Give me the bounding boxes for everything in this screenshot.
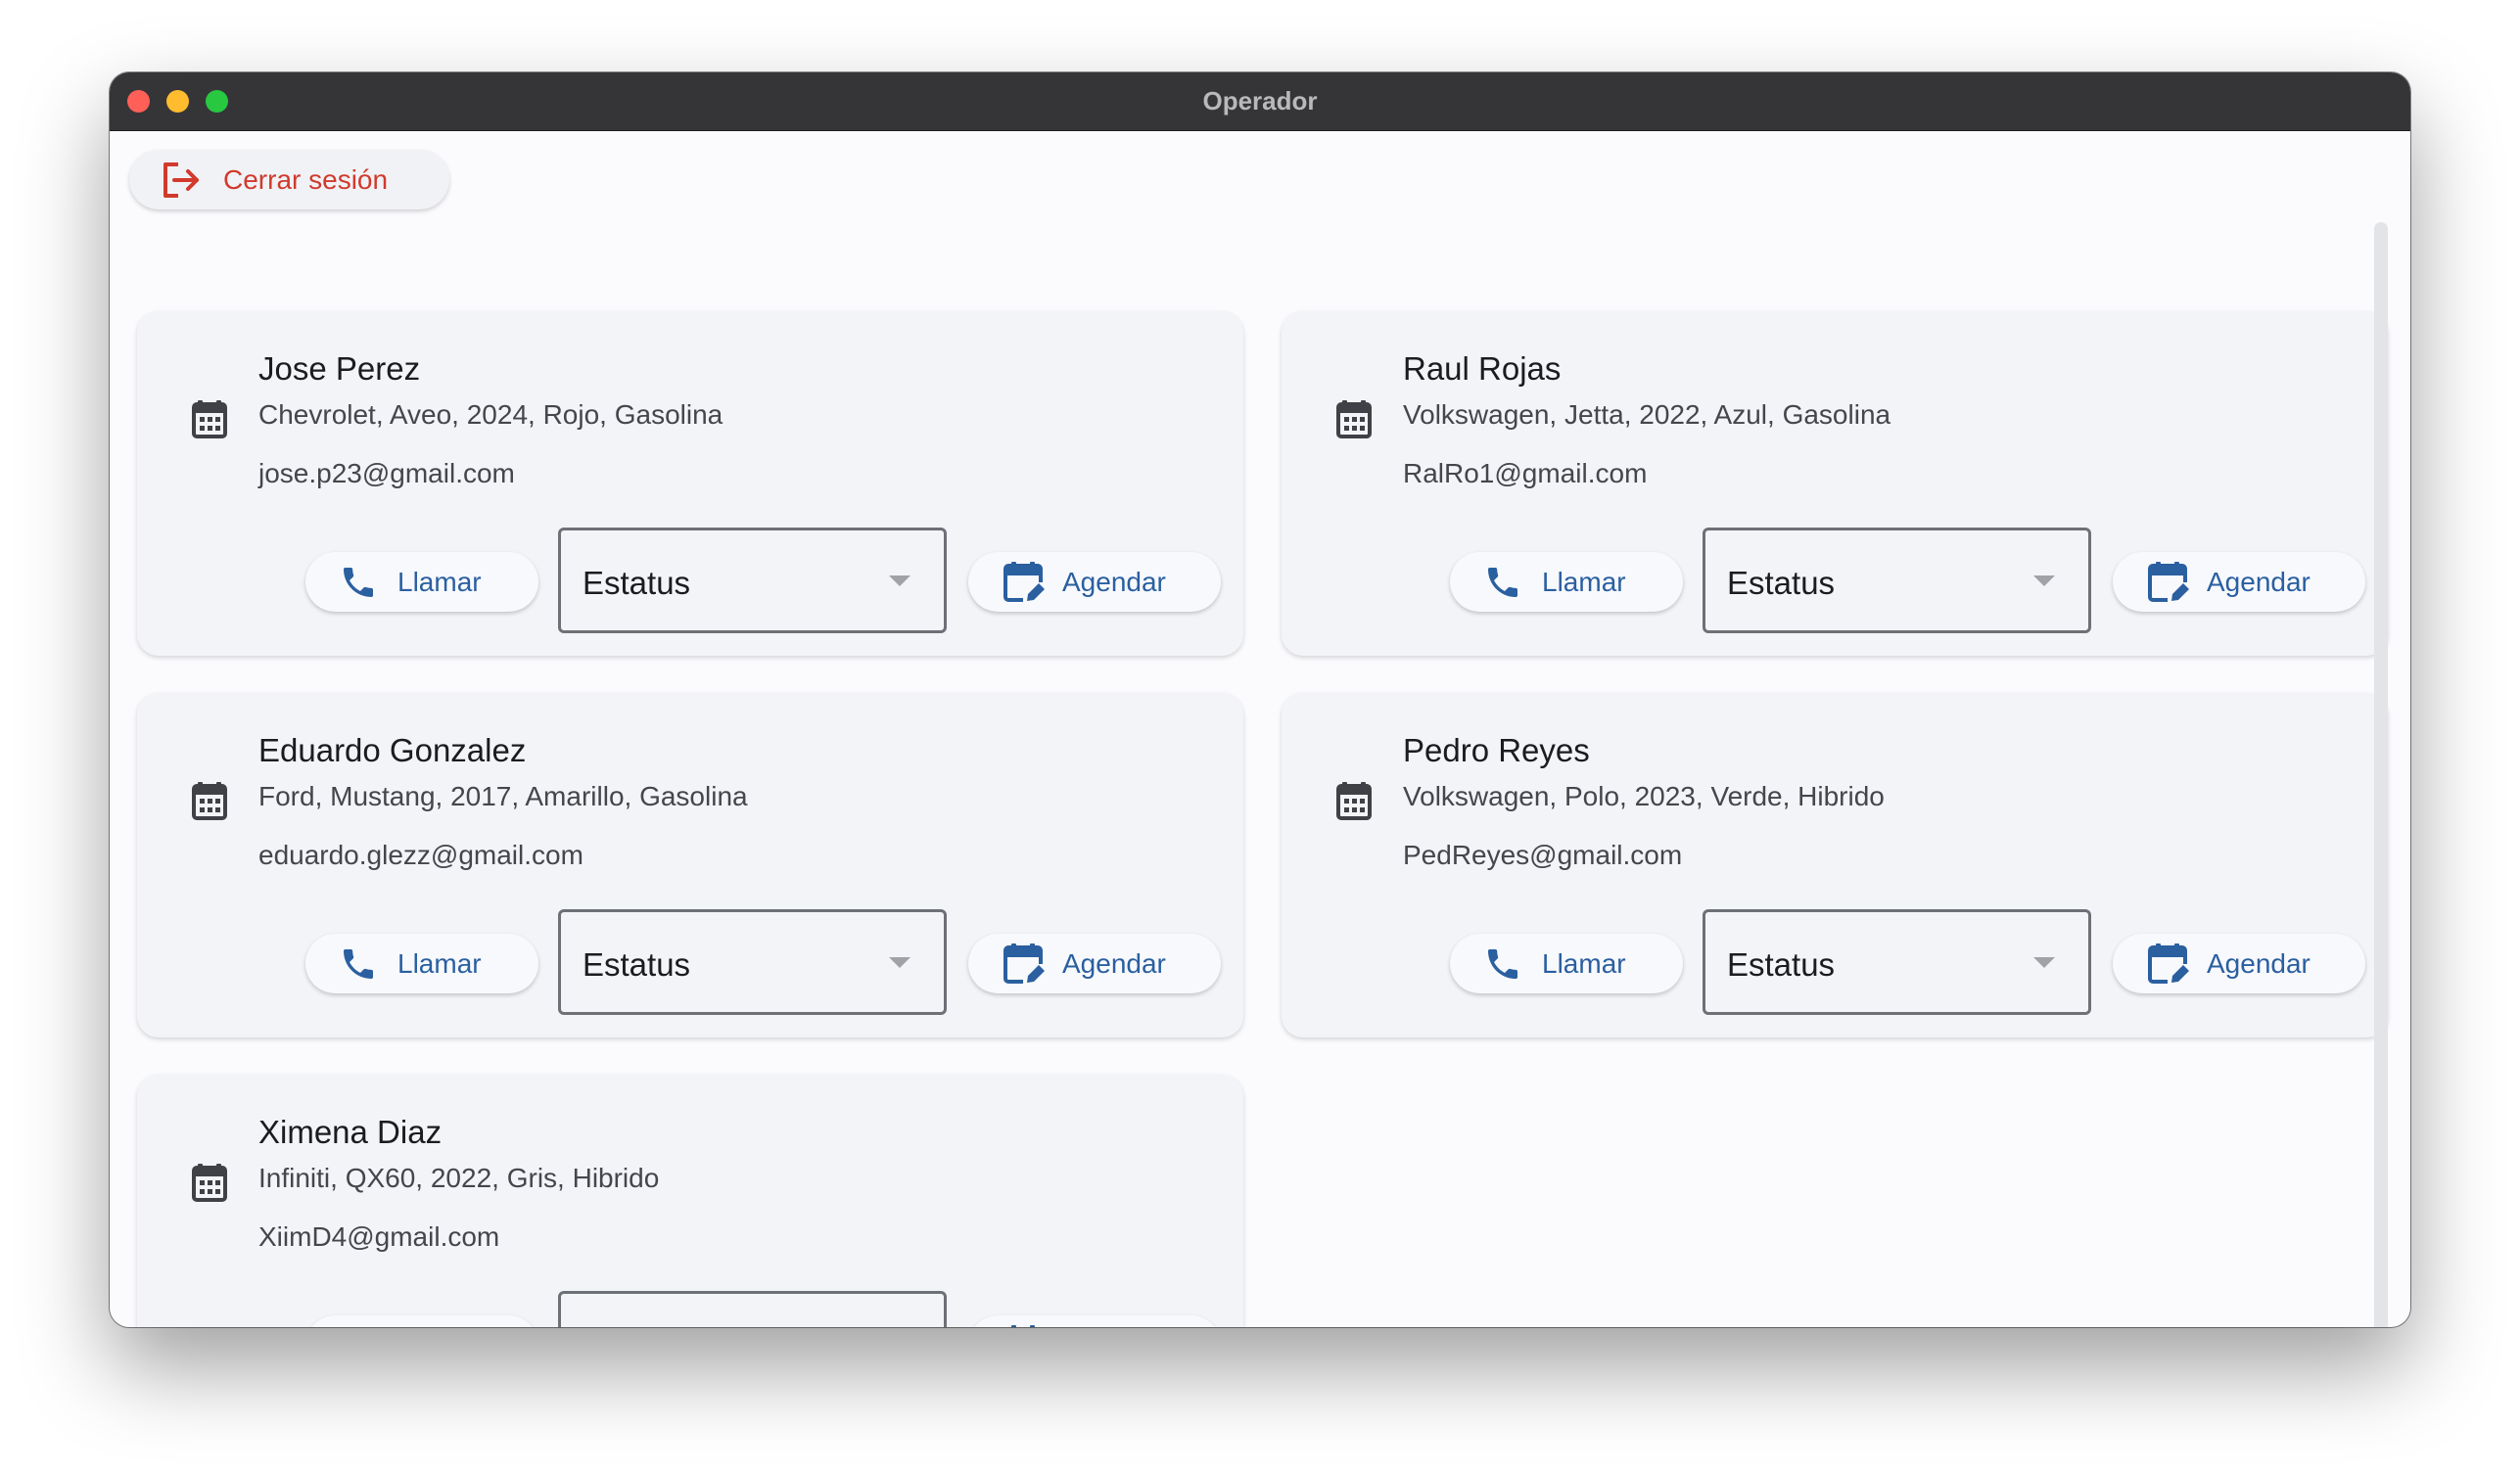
calendar-icon: [192, 1163, 227, 1202]
call-label: Llamar: [1542, 947, 1626, 979]
status-value: Estatus: [583, 946, 691, 983]
call-label: Llamar: [1542, 566, 1626, 597]
status-value: Estatus: [583, 565, 691, 601]
client-name: Raul Rojas: [1403, 350, 1562, 387]
calendar-icon: [192, 781, 227, 820]
status-value: Estatus: [1727, 946, 1836, 983]
client-card: Pedro Reyes Volkswagen, Polo, 2023, Verd…: [1282, 693, 2388, 1037]
call-label: Llamar: [397, 566, 482, 597]
schedule-label: Agendar: [1062, 566, 1166, 597]
phone-icon: [339, 944, 378, 984]
client-card: Jose Perez Chevrolet, Aveo, 2024, Rojo, …: [137, 311, 1243, 656]
vehicle-info: Volkswagen, Jetta, 2022, Azul, Gasolina: [1403, 399, 1891, 430]
logout-icon: [161, 161, 204, 200]
phone-icon: [1483, 563, 1522, 602]
status-value: Estatus: [1727, 565, 1836, 601]
client-email: XiimD4@gmail.com: [258, 1221, 500, 1252]
phone-icon: [1483, 944, 1522, 984]
dropdown-arrow-icon: [889, 575, 910, 586]
calendar-icon: [1336, 781, 1372, 820]
call-button[interactable]: Llamar: [1450, 934, 1683, 993]
window-title: Operador: [1202, 86, 1318, 115]
client-email: RalRo1@gmail.com: [1403, 458, 1648, 488]
calendar-edit-icon: [2148, 943, 2189, 986]
call-button[interactable]: Llamar: [305, 552, 538, 612]
phone-icon: [339, 1326, 378, 1328]
logout-button[interactable]: Cerrar sesión: [129, 150, 449, 209]
logout-label: Cerrar sesión: [223, 163, 389, 195]
call-button[interactable]: Llamar: [305, 934, 538, 993]
status-dropdown[interactable]: Estatus: [1703, 909, 2091, 1015]
client-card: Eduardo Gonzalez Ford, Mustang, 2017, Am…: [137, 693, 1243, 1037]
calendar-edit-icon: [1003, 943, 1045, 986]
schedule-button[interactable]: Agendar: [2113, 934, 2365, 993]
calendar-edit-icon: [1003, 1324, 1045, 1327]
vehicle-info: Chevrolet, Aveo, 2024, Rojo, Gasolina: [258, 399, 723, 430]
status-dropdown[interactable]: Estatus: [558, 909, 947, 1015]
client-email: PedReyes@gmail.com: [1403, 840, 1683, 870]
client-name: Eduardo Gonzalez: [258, 732, 527, 768]
status-dropdown[interactable]: Estatus: [1703, 528, 2091, 633]
scrollbar[interactable]: [2374, 222, 2388, 1327]
calendar-icon: [192, 399, 227, 438]
status-dropdown[interactable]: Estatus: [558, 528, 947, 633]
calendar-edit-icon: [1003, 561, 1045, 604]
schedule-label: Agendar: [2207, 566, 2310, 597]
client-name: Pedro Reyes: [1403, 732, 1590, 768]
schedule-label: Agendar: [2207, 947, 2310, 979]
schedule-button[interactable]: Agendar: [2113, 552, 2365, 612]
phone-icon: [339, 563, 378, 602]
calendar-icon: [1336, 399, 1372, 438]
client-name: Jose Perez: [258, 350, 421, 387]
client-email: jose.p23@gmail.com: [258, 458, 515, 488]
app-window: Operador Cerrar sesión Jose Perez Chevro…: [110, 72, 2410, 1327]
dropdown-arrow-icon: [889, 957, 910, 968]
schedule-button[interactable]: Agendar: [968, 934, 1221, 993]
schedule-button[interactable]: Agendar: [968, 552, 1221, 612]
vehicle-info: Volkswagen, Polo, 2023, Verde, Hibrido: [1403, 781, 1885, 811]
call-button[interactable]: Llamar: [1450, 552, 1683, 612]
main-content: Cerrar sesión Jose Perez Chevrolet, Aveo…: [110, 131, 2410, 1327]
calendar-edit-icon: [2148, 561, 2189, 604]
vehicle-info: Ford, Mustang, 2017, Amarillo, Gasolina: [258, 781, 748, 811]
schedule-label: Agendar: [1062, 947, 1166, 979]
dropdown-arrow-icon: [2033, 575, 2055, 586]
client-email: eduardo.glezz@gmail.com: [258, 840, 583, 870]
title-bar: Operador: [110, 72, 2410, 131]
call-button[interactable]: Llamar: [305, 1315, 538, 1327]
status-dropdown[interactable]: Estatus: [558, 1291, 947, 1327]
client-card: Ximena Diaz Infiniti, QX60, 2022, Gris, …: [137, 1075, 1243, 1327]
call-label: Llamar: [397, 947, 482, 979]
client-name: Ximena Diaz: [258, 1114, 443, 1150]
client-card: Raul Rojas Volkswagen, Jetta, 2022, Azul…: [1282, 311, 2388, 656]
dropdown-arrow-icon: [2033, 957, 2055, 968]
vehicle-info: Infiniti, QX60, 2022, Gris, Hibrido: [258, 1163, 660, 1193]
schedule-button[interactable]: Agendar: [968, 1315, 1221, 1327]
